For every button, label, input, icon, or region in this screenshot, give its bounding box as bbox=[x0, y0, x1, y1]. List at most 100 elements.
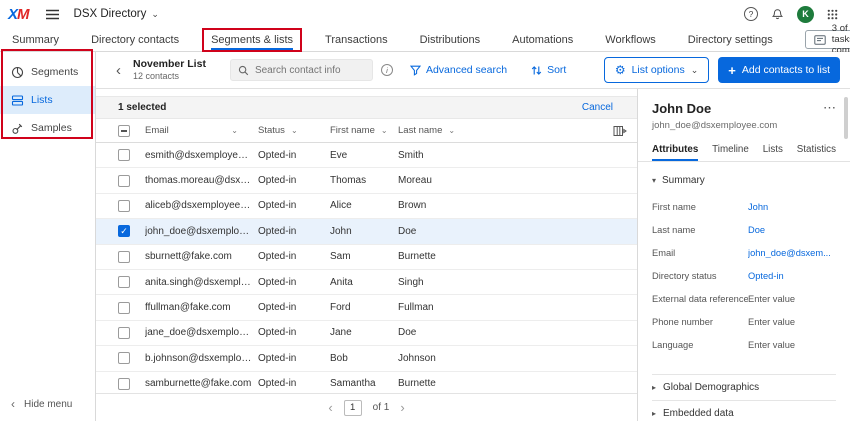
next-page-icon[interactable]: › bbox=[400, 401, 404, 414]
cell-first-name: Eve bbox=[330, 150, 398, 161]
scrollbar-thumb[interactable] bbox=[844, 97, 848, 139]
contact-rows: esmith@dsxemployee.com Opted-in Eve Smit… bbox=[96, 143, 637, 393]
apps-grid-icon[interactable] bbox=[827, 9, 838, 20]
sidebar-item-label: Samples bbox=[31, 122, 72, 134]
column-header-first-name[interactable]: First name ⌄ bbox=[330, 125, 398, 136]
manage-columns-icon[interactable] bbox=[613, 125, 627, 137]
cell-last-name: Fullman bbox=[398, 302, 637, 313]
row-checkbox[interactable] bbox=[118, 149, 130, 161]
table-row[interactable]: anita.singh@dsxemployee... Opted-in Anit… bbox=[96, 270, 637, 295]
contact-detail-content: John Doe ⋯ john_doe@dsxemployee.com Attr… bbox=[638, 89, 850, 421]
select-all-checkbox[interactable] bbox=[96, 125, 145, 137]
collapsed-section-row[interactable]: ▸ Embedded data bbox=[652, 400, 836, 421]
avatar[interactable]: K bbox=[797, 6, 814, 23]
search-input[interactable] bbox=[255, 65, 365, 76]
sort-button[interactable]: Sort bbox=[531, 64, 566, 76]
cell-status: Opted-in bbox=[258, 150, 330, 161]
cancel-selection-link[interactable]: Cancel bbox=[582, 102, 613, 113]
row-checkbox[interactable] bbox=[118, 251, 130, 263]
add-contacts-button[interactable]: + Add contacts to list bbox=[718, 57, 840, 83]
table-row[interactable]: b.johnson@dsxemployee.... Opted-in Bob J… bbox=[96, 346, 637, 371]
attribute-field-row: Language Enter value bbox=[652, 333, 836, 356]
info-icon[interactable]: i bbox=[381, 64, 393, 76]
sidebar-item-samples[interactable]: Samples bbox=[0, 114, 95, 142]
nav-tab[interactable]: Workflows bbox=[605, 28, 656, 51]
search-box[interactable] bbox=[230, 59, 373, 81]
selection-bar: 1 selected Cancel bbox=[96, 96, 637, 119]
row-checkbox[interactable] bbox=[118, 200, 130, 212]
nav-tab[interactable]: Automations bbox=[512, 28, 573, 51]
detail-tab[interactable]: Attributes bbox=[652, 144, 698, 161]
table-row[interactable]: john_doe@dsxemployee.... Opted-in John D… bbox=[96, 219, 637, 244]
detail-tab[interactable]: Lists bbox=[763, 144, 783, 161]
cell-status: Opted-in bbox=[258, 251, 330, 262]
nav-tab[interactable]: Directory contacts bbox=[91, 28, 179, 51]
notifications-bell-icon[interactable] bbox=[771, 8, 784, 21]
sidebar-item-lists[interactable]: Lists bbox=[0, 86, 95, 114]
help-icon[interactable]: ? bbox=[744, 7, 758, 21]
cell-first-name: Sam bbox=[330, 251, 398, 262]
row-checkbox-cell bbox=[96, 225, 145, 237]
summary-section-header[interactable]: ▾ Summary bbox=[652, 175, 836, 186]
directory-selector[interactable]: DSX Directory ⌄ bbox=[74, 8, 159, 20]
detail-tab[interactable]: Timeline bbox=[712, 144, 749, 161]
cell-email: anita.singh@dsxemployee... bbox=[145, 277, 258, 288]
cell-first-name: Jane bbox=[330, 327, 398, 338]
row-checkbox[interactable] bbox=[118, 225, 130, 237]
list-contact-count: 12 contacts bbox=[133, 71, 206, 82]
nav-tab[interactable]: Segments & lists bbox=[211, 28, 293, 51]
hide-menu-button[interactable]: ‹ Hide menu bbox=[11, 398, 72, 410]
sidebar-item-segments[interactable]: Segments bbox=[0, 58, 95, 86]
attribute-fields: First name John Last name Doe Email john… bbox=[652, 195, 836, 356]
advanced-search-button[interactable]: Advanced search bbox=[410, 64, 507, 76]
cell-email: jane_doe@dsxemployee.... bbox=[145, 327, 258, 338]
column-header-email[interactable]: Email ⌄ bbox=[145, 125, 258, 136]
table-row[interactable]: esmith@dsxemployee.com Opted-in Eve Smit… bbox=[96, 143, 637, 168]
sidebar: Segments Lists Samples ‹ Hide menu bbox=[0, 52, 96, 421]
list-options-button[interactable]: ⚙ List options ⌄ bbox=[604, 57, 709, 83]
row-checkbox[interactable] bbox=[118, 327, 130, 339]
attribute-value[interactable]: Doe bbox=[748, 225, 836, 235]
attribute-value[interactable]: Enter value bbox=[748, 317, 836, 327]
nav-tab[interactable]: Transactions bbox=[325, 28, 388, 51]
prev-page-icon[interactable]: ‹ bbox=[328, 401, 332, 414]
collapsed-section-label: Global Demographics bbox=[663, 382, 759, 393]
xm-logo-m: M bbox=[17, 6, 29, 23]
attribute-value[interactable]: john_doe@dsxem... bbox=[748, 248, 836, 258]
back-chevron-icon[interactable]: ‹ bbox=[116, 63, 121, 78]
attribute-value[interactable]: Opted-in bbox=[748, 271, 836, 281]
table-row[interactable]: samburnette@fake.com Opted-in Samantha B… bbox=[96, 372, 637, 393]
attribute-value[interactable]: John bbox=[748, 202, 836, 212]
attribute-value[interactable]: Enter value bbox=[748, 294, 836, 304]
nav-tab[interactable]: Summary bbox=[12, 28, 59, 51]
cell-last-name: Burnette bbox=[398, 251, 637, 262]
column-header-last-name[interactable]: Last name ⌄ bbox=[398, 125, 637, 136]
row-checkbox-cell bbox=[96, 149, 145, 161]
tasks-badge[interactable]: 3 of 3 tasks completed bbox=[805, 30, 850, 49]
chevron-down-icon: ⌄ bbox=[231, 126, 238, 135]
nav-tab[interactable]: Distributions bbox=[420, 28, 481, 51]
attribute-field-row: Email john_doe@dsxem... bbox=[652, 241, 836, 264]
table-row[interactable]: thomas.moreau@dsxempl... Opted-in Thomas… bbox=[96, 168, 637, 193]
detail-tab[interactable]: Statistics bbox=[797, 144, 836, 161]
table-row[interactable]: jane_doe@dsxemployee.... Opted-in Jane D… bbox=[96, 321, 637, 346]
table-row[interactable]: aliceb@dsxemployee.com Opted-in Alice Br… bbox=[96, 194, 637, 219]
row-checkbox[interactable] bbox=[118, 276, 130, 288]
hamburger-menu-icon[interactable] bbox=[45, 9, 60, 20]
advanced-search-label: Advanced search bbox=[426, 64, 507, 76]
nav-tab[interactable]: Directory settings bbox=[688, 28, 773, 51]
current-page[interactable]: 1 bbox=[344, 400, 362, 416]
cell-status: Opted-in bbox=[258, 302, 330, 313]
column-header-status[interactable]: Status ⌄ bbox=[258, 125, 330, 136]
row-checkbox[interactable] bbox=[118, 302, 130, 314]
row-checkbox[interactable] bbox=[118, 378, 130, 390]
collapsed-section-row[interactable]: ▸ Global Demographics bbox=[652, 374, 836, 400]
row-checkbox[interactable] bbox=[118, 175, 130, 187]
row-checkbox-cell bbox=[96, 251, 145, 263]
xm-logo: XM bbox=[8, 6, 29, 23]
table-row[interactable]: sburnett@fake.com Opted-in Sam Burnette bbox=[96, 245, 637, 270]
table-row[interactable]: ffullman@fake.com Opted-in Ford Fullman bbox=[96, 295, 637, 320]
row-checkbox[interactable] bbox=[118, 352, 130, 364]
more-options-icon[interactable]: ⋯ bbox=[823, 101, 836, 114]
attribute-value[interactable]: Enter value bbox=[748, 340, 836, 350]
